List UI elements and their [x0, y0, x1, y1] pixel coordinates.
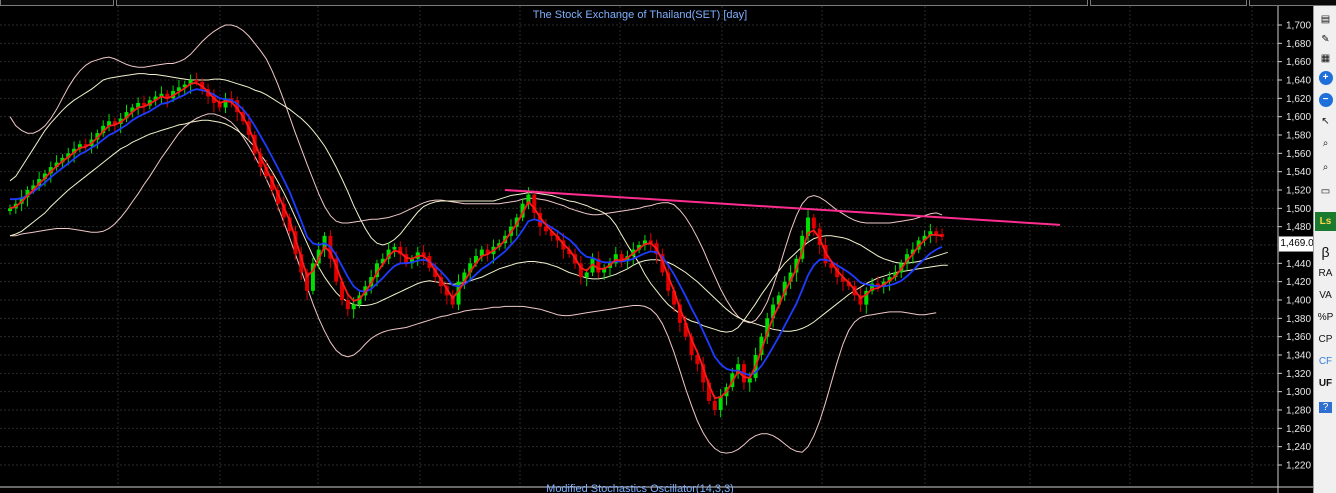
y-tick-label: 1,600 — [1286, 112, 1311, 123]
y-tick-label: 1,360 — [1286, 332, 1311, 343]
y-tick-label: 1,520 — [1286, 186, 1311, 197]
help-icon-glyph: ? — [1318, 402, 1333, 413]
y-tick-label: 1,560 — [1286, 149, 1311, 160]
open-icon-glyph: ▤ — [1320, 14, 1331, 25]
y-tick-label: 1,280 — [1286, 406, 1311, 417]
y-tick-label: 1,620 — [1286, 94, 1311, 105]
y-tick-label: 1,540 — [1286, 167, 1311, 178]
va-button-label: VA — [1319, 290, 1332, 301]
chart-title: The Stock Exchange of Thailand(SET) [day… — [533, 9, 747, 21]
candle-down — [345, 300, 350, 310]
properties-icon-glyph: ▦ — [1320, 53, 1331, 64]
percent-p-button-label: %P — [1317, 312, 1334, 323]
search-icon[interactable]: ⌕ — [1315, 134, 1336, 153]
y-tick-label: 1,440 — [1286, 259, 1311, 270]
y-tick-label: 1,700 — [1286, 21, 1311, 32]
oscillator-title: Modified Stochastics Oscillator(14,3,3) — [546, 483, 734, 493]
y-tick-label: 1,260 — [1286, 424, 1311, 435]
candle-down — [712, 400, 717, 410]
y-tick-label: 1,340 — [1286, 351, 1311, 362]
cursor-icon-glyph: ↖ — [1321, 116, 1330, 127]
zoom-in-icon-glyph: + — [1318, 70, 1333, 85]
ls-icon[interactable]: Ls — [1315, 212, 1336, 231]
edit-icon-glyph: ✎ — [1321, 34, 1330, 45]
cp-button-label: CP — [1318, 334, 1333, 345]
y-tick-label: 1,420 — [1286, 277, 1311, 288]
last-price-label: 1,469.0 — [1278, 236, 1316, 252]
y-tick-label: 1,480 — [1286, 222, 1311, 233]
cf-button[interactable]: CF — [1315, 352, 1336, 371]
cp-button[interactable]: CP — [1315, 330, 1336, 349]
window-icon[interactable]: ▭ — [1315, 182, 1336, 201]
uf-button[interactable]: UF — [1315, 374, 1336, 393]
zoom-out-icon-glyph: − — [1318, 92, 1333, 107]
ls-icon-label: Ls — [1319, 216, 1332, 227]
uf-button-label: UF — [1318, 378, 1333, 389]
y-tick-label: 1,640 — [1286, 76, 1311, 87]
y-tick-label: 1,500 — [1286, 204, 1311, 215]
search-icon-glyph: ⌕ — [1322, 138, 1329, 149]
beta-button-label: β — [1321, 243, 1330, 260]
y-tick-label: 1,320 — [1286, 369, 1311, 380]
candle-down — [194, 80, 199, 82]
y-tick-label: 1,240 — [1286, 442, 1311, 453]
y-tick-label: 1,660 — [1286, 57, 1311, 68]
y-tick-label: 1,220 — [1286, 461, 1311, 472]
edit-icon[interactable]: ✎ — [1315, 30, 1336, 49]
window-icon-glyph: ▭ — [1320, 186, 1331, 197]
percent-p-button[interactable]: %P — [1315, 308, 1336, 327]
ra-button-label: RA — [1318, 268, 1333, 279]
cf-button-label: CF — [1318, 356, 1333, 367]
va-button[interactable]: VA — [1315, 286, 1336, 305]
cursor-icon[interactable]: ↖ — [1315, 112, 1336, 131]
y-tick-label: 1,680 — [1286, 39, 1311, 50]
magnify-icon-glyph: ⌕ — [1322, 162, 1329, 173]
candle-up — [351, 304, 356, 310]
zoom-in-icon[interactable]: + — [1315, 68, 1336, 87]
open-icon[interactable]: ▤ — [1315, 10, 1336, 29]
zoom-out-icon[interactable]: − — [1315, 90, 1336, 109]
y-tick-label: 1,380 — [1286, 314, 1311, 325]
candle-up — [392, 246, 397, 250]
y-tick-label: 1,400 — [1286, 296, 1311, 307]
candle-up — [584, 272, 589, 278]
right-toolbar: ▤ ✎ ▦ + − ↖ ⌕ ⌕ ▭ Ls β RA VA %P CP CF UF? — [1313, 6, 1336, 493]
ra-button[interactable]: RA — [1315, 264, 1336, 283]
magnify-icon[interactable]: ⌕ — [1315, 158, 1336, 177]
candle-down — [811, 217, 816, 229]
help-icon[interactable]: ? — [1315, 398, 1336, 417]
y-tick-label: 1,580 — [1286, 131, 1311, 142]
y-tick-label: 1,300 — [1286, 387, 1311, 398]
candle-down — [934, 231, 939, 234]
properties-icon[interactable]: ▦ — [1315, 49, 1336, 68]
price-chart[interactable]: 1,700 1,680 1,660 1,640 1,620 1,600 1,580 1,560… — [0, 0, 1313, 493]
beta-button[interactable]: β — [1315, 242, 1336, 261]
